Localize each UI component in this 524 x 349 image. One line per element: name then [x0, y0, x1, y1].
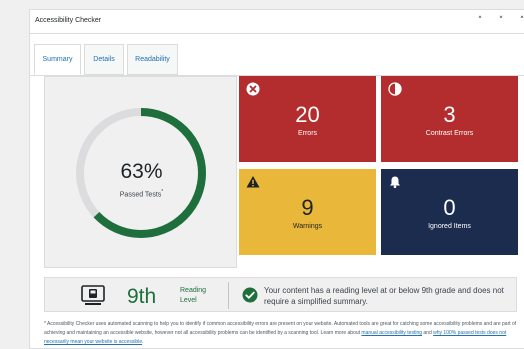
errors-count: 20 [295, 102, 320, 127]
contrast-errors-count: 3 [443, 102, 456, 127]
footnote-and: and [422, 330, 434, 336]
warnings-label: Warnings [292, 223, 323, 230]
passed-tests-label: Passed Tests* [45, 189, 238, 198]
contrast-errors-tile[interactable]: 3 Contrast Errors [381, 76, 518, 162]
tab-details[interactable]: Details [84, 44, 124, 75]
footnote-text: * Accessibility Checker uses automated s… [44, 320, 524, 347]
tab-readability-label: Readability [135, 56, 170, 63]
passed-tests-card: 63% Passed Tests* [44, 76, 237, 268]
manual-testing-link[interactable]: manual accessibility testing [361, 330, 422, 336]
warnings-count: 9 [301, 195, 314, 220]
footnote-end: . [142, 339, 144, 345]
reading-grade: 9th [127, 285, 157, 308]
reading-level-bar: 9th Reading Level Your content has a rea… [44, 277, 517, 312]
footnote-marker: * [161, 189, 164, 195]
errors-label: Errors [297, 130, 318, 137]
move-down-icon[interactable]: ˅ [494, 14, 508, 28]
warnings-tile[interactable]: 9 Warnings [239, 169, 376, 255]
readability-monitor-icon [81, 285, 105, 305]
check-circle-icon [242, 287, 258, 303]
accessibility-checker-panel: Accessibility Checker ˄ ˅ ˄ Summary Deta… [29, 9, 524, 349]
half-circle-icon [388, 82, 402, 96]
tab-details-label: Details [93, 56, 115, 63]
panel-title: Accessibility Checker [35, 17, 102, 24]
panel-header: Accessibility Checker ˄ ˅ ˄ [30, 10, 524, 34]
contrast-errors-label: Contrast Errors [425, 130, 474, 137]
reading-divider [228, 282, 229, 309]
reading-level-message: Your content has a reading level at or b… [264, 286, 504, 306]
warning-triangle-icon [246, 176, 260, 188]
passed-percent: 63% [120, 160, 163, 183]
collapse-panel-icon[interactable]: ˄ [515, 14, 524, 28]
ignored-items-count: 0 [443, 195, 456, 220]
reading-label-line2: Level [180, 297, 197, 304]
tab-summary-label: Summary [42, 56, 73, 63]
passed-tests-text: Passed Tests [119, 191, 162, 199]
tab-readability[interactable]: Readability [127, 44, 178, 75]
ignored-items-tile[interactable]: 0 Ignored Items [381, 169, 518, 255]
tab-summary[interactable]: Summary [34, 44, 81, 75]
move-up-icon[interactable]: ˄ [473, 14, 487, 28]
x-circle-icon [246, 82, 260, 96]
errors-tile[interactable]: 20 Errors [239, 76, 376, 162]
ignored-items-label: Ignored Items [428, 223, 471, 230]
bell-icon [390, 176, 400, 189]
reading-label-line1: Reading [180, 287, 207, 294]
reading-level-label: Reading Level [180, 286, 220, 306]
